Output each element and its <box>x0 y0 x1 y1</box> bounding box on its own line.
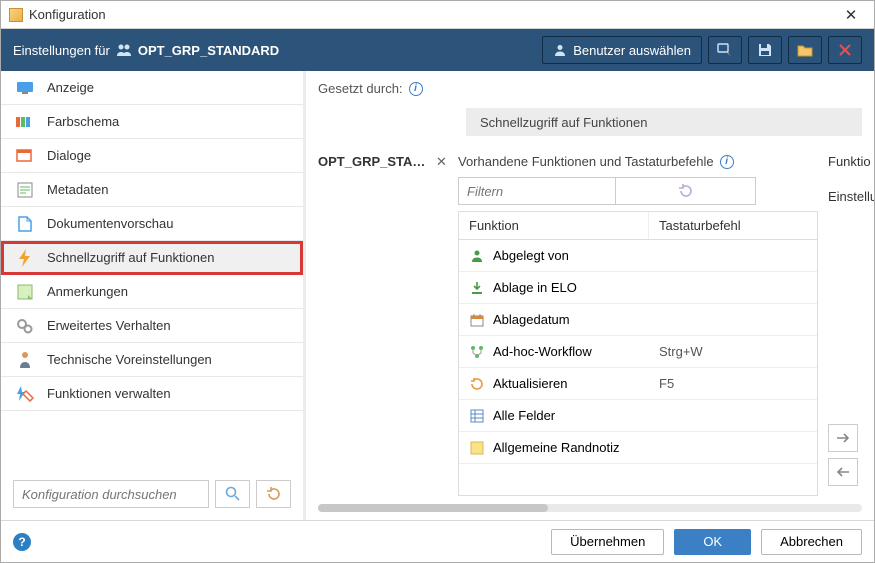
dialog-icon <box>15 149 35 163</box>
table-row[interactable]: Alle Felder <box>459 400 817 432</box>
reset-icon <box>266 486 282 502</box>
right-col-settings-label: Einstellu <box>828 189 874 204</box>
functions-table: Funktion Tastaturbefehl Abgelegt von Abl… <box>458 211 818 496</box>
table-row[interactable]: Allgemeine Randnotiz <box>459 432 817 464</box>
table-row[interactable]: Ablage in ELO <box>459 272 817 304</box>
sidebar-item-dokumentenvorschau[interactable]: Dokumentenvorschau <box>1 207 303 241</box>
info-icon[interactable]: i <box>720 155 734 169</box>
sidebar-item-label: Dokumentenvorschau <box>47 216 173 231</box>
sidebar-item-technisch[interactable]: Technische Voreinstellungen <box>1 343 303 377</box>
note-icon <box>15 284 35 300</box>
user-icon <box>553 43 567 57</box>
header-prefix: Einstellungen für <box>13 43 110 58</box>
transfer-button[interactable] <box>708 36 742 64</box>
sidebar-search-button[interactable] <box>215 480 250 508</box>
footer: ? Übernehmen OK Abbrechen <box>1 520 874 562</box>
window-title: Konfiguration <box>29 7 106 22</box>
apply-button[interactable]: Übernehmen <box>551 529 664 555</box>
sidebar-item-label: Dialoge <box>47 148 91 163</box>
sidebar-item-label: Schnellzugriff auf Funktionen <box>47 250 214 265</box>
sidebar-item-label: Farbschema <box>47 114 119 129</box>
display-icon <box>15 81 35 95</box>
move-right-button[interactable] <box>828 424 858 452</box>
sidebar-item-funktionen-verwalten[interactable]: Funktionen verwalten <box>1 377 303 411</box>
download-icon <box>469 280 485 296</box>
transfer-icon <box>717 43 733 57</box>
panel-title: Schnellzugriff auf Funktionen <box>480 115 647 130</box>
sidebar-item-label: Erweitertes Verhalten <box>47 318 171 333</box>
sidebar-reset-button[interactable] <box>256 480 291 508</box>
sidebar-search-input[interactable] <box>13 480 209 508</box>
sidebar-item-dialoge[interactable]: Dialoge <box>1 139 303 173</box>
title-bar: Konfiguration ✕ <box>1 1 874 29</box>
user-icon <box>469 248 485 264</box>
available-functions-label: Vorhandene Funktionen und Tastaturbefehl… <box>458 154 714 169</box>
scope-chip[interactable]: OPT_GRP_STAN... <box>318 154 430 169</box>
sidebar-item-metadaten[interactable]: Metadaten <box>1 173 303 207</box>
sidebar-item-label: Technische Voreinstellungen <box>47 352 212 367</box>
manage-icon <box>15 386 35 402</box>
delete-icon <box>838 43 852 57</box>
sidebar-item-label: Funktionen verwalten <box>47 386 171 401</box>
cancel-button[interactable]: Abbrechen <box>761 529 862 555</box>
folder-icon <box>797 44 813 57</box>
document-icon <box>15 216 35 232</box>
reset-icon <box>678 183 694 199</box>
main-panel: Gesetzt durch: i Schnellzugriff auf Funk… <box>306 71 874 520</box>
calendar-icon <box>469 312 485 328</box>
filter-reset-button[interactable] <box>616 177 756 205</box>
scope-chip-close[interactable]: ✕ <box>436 154 447 170</box>
sidebar-item-label: Metadaten <box>47 182 108 197</box>
info-icon[interactable]: i <box>409 82 423 96</box>
arrow-right-icon <box>836 432 850 444</box>
group-icon <box>116 43 132 57</box>
sidebar-item-farbschema[interactable]: Farbschema <box>1 105 303 139</box>
select-user-button[interactable]: Benutzer auswählen <box>542 36 702 64</box>
palette-icon <box>15 115 35 129</box>
sidebar-item-schnellzugriff[interactable]: Schnellzugriff auf Funktionen <box>1 241 303 275</box>
save-icon <box>758 43 772 57</box>
table-row[interactable]: Aktualisieren F5 <box>459 368 817 400</box>
panel-header: Schnellzugriff auf Funktionen <box>466 108 862 136</box>
header-target: OPT_GRP_STANDARD <box>138 43 279 58</box>
sidebar-item-erweitert[interactable]: Erweitertes Verhalten <box>1 309 303 343</box>
table-row[interactable]: Abgelegt von <box>459 240 817 272</box>
header-bar: Einstellungen für OPT_GRP_STANDARD Benut… <box>1 29 874 71</box>
move-left-button[interactable] <box>828 458 858 486</box>
form-icon <box>15 182 35 198</box>
refresh-icon <box>469 376 485 392</box>
col-shortcut-header[interactable]: Tastaturbefehl <box>649 212 817 239</box>
fields-icon <box>469 408 485 424</box>
arrow-left-icon <box>836 466 850 478</box>
horizontal-scrollbar[interactable] <box>318 504 862 512</box>
filter-input[interactable] <box>458 177 616 205</box>
app-icon <box>9 8 23 22</box>
col-function-header[interactable]: Funktion <box>459 212 649 239</box>
set-by-label: Gesetzt durch: <box>318 81 403 96</box>
search-icon <box>225 486 241 502</box>
sidebar-item-anzeige[interactable]: Anzeige <box>1 71 303 105</box>
sidebar-item-label: Anzeige <box>47 80 94 95</box>
window-close-button[interactable]: ✕ <box>836 6 866 24</box>
table-row[interactable]: Ad-hoc-Workflow Strg+W <box>459 336 817 368</box>
help-button[interactable]: ? <box>13 533 31 551</box>
sticky-note-icon <box>469 440 485 456</box>
ok-button[interactable]: OK <box>674 529 751 555</box>
gears-icon <box>15 318 35 334</box>
tech-icon <box>15 351 35 369</box>
table-row[interactable]: Ablagedatum <box>459 304 817 336</box>
select-user-label: Benutzer auswählen <box>573 43 691 58</box>
lightning-icon <box>15 249 35 267</box>
sidebar: Anzeige Farbschema Dialoge Metadaten Dok… <box>1 71 306 520</box>
right-col-functions-label: Funktio <box>828 154 874 169</box>
delete-button[interactable] <box>828 36 862 64</box>
sidebar-item-label: Anmerkungen <box>47 284 128 299</box>
workflow-icon <box>469 344 485 360</box>
sidebar-item-anmerkungen[interactable]: Anmerkungen <box>1 275 303 309</box>
save-button[interactable] <box>748 36 782 64</box>
folder-button[interactable] <box>788 36 822 64</box>
